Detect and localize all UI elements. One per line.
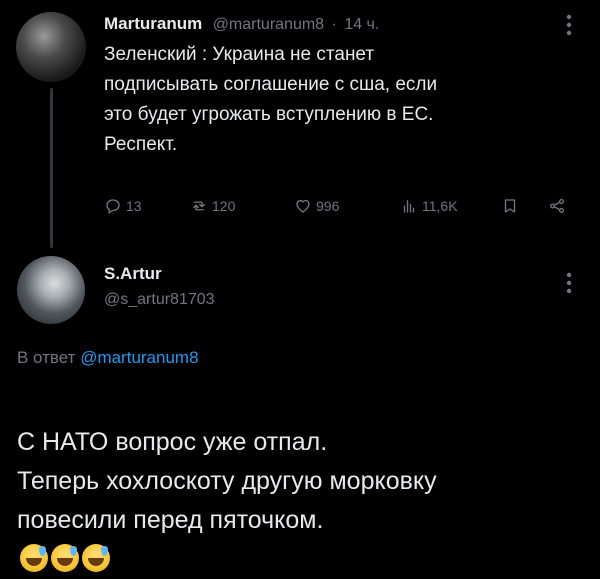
author-name[interactable]: S.Artur xyxy=(104,264,162,284)
reply-count: 13 xyxy=(126,198,142,214)
views-icon xyxy=(403,200,415,213)
retweet-icon xyxy=(193,201,205,211)
reply-to-link[interactable]: @marturanum8 xyxy=(80,348,198,367)
more-icon[interactable] xyxy=(566,272,574,294)
views-count: 11,6K xyxy=(422,198,458,214)
tweet1-text: Зеленский : Украина не станет подписыват… xyxy=(104,44,438,155)
like-count: 996 xyxy=(316,198,340,214)
timestamp[interactable]: 14 ч. xyxy=(344,16,379,33)
views-button[interactable]: 11,6K xyxy=(400,197,458,215)
tweet1-actions: 13 120 996 11,6K xyxy=(104,197,574,219)
tweet2-text: С НАТО вопрос уже отпал. Теперь хохлоско… xyxy=(17,384,587,579)
tweet2-text-content: С НАТО вопрос уже отпал. Теперь хохлоско… xyxy=(17,428,437,534)
avatar[interactable] xyxy=(17,256,85,324)
sweat-smile-emoji-3 xyxy=(82,544,110,572)
author-name[interactable]: Marturanum xyxy=(104,14,202,33)
like-button[interactable]: 996 xyxy=(294,197,339,215)
bookmark-button[interactable] xyxy=(501,197,519,215)
more-icon[interactable] xyxy=(566,14,574,36)
avatar[interactable] xyxy=(16,12,86,82)
sweat-smile-emoji-1 xyxy=(20,544,48,572)
tweet1-header: Marturanum @marturanum8 · 14 ч. xyxy=(104,14,379,34)
author-handle[interactable]: @s_artur81703 xyxy=(104,291,215,309)
reply-to: В ответ @marturanum8 xyxy=(17,348,199,368)
reply-prefix: В ответ xyxy=(17,348,76,367)
heart-icon xyxy=(296,199,310,213)
author-handle[interactable]: @marturanum8 xyxy=(213,16,324,33)
share-icon xyxy=(549,198,565,214)
separator: · xyxy=(331,16,337,33)
reply-icon xyxy=(106,199,120,215)
share-button[interactable] xyxy=(548,197,566,215)
retweet-button[interactable]: 120 xyxy=(190,197,235,215)
sweat-smile-emoji-2 xyxy=(51,544,79,572)
reply-button[interactable]: 13 xyxy=(104,197,142,215)
thread-line xyxy=(50,88,53,248)
retweet-count: 120 xyxy=(212,198,236,214)
bookmark-icon xyxy=(504,199,516,213)
